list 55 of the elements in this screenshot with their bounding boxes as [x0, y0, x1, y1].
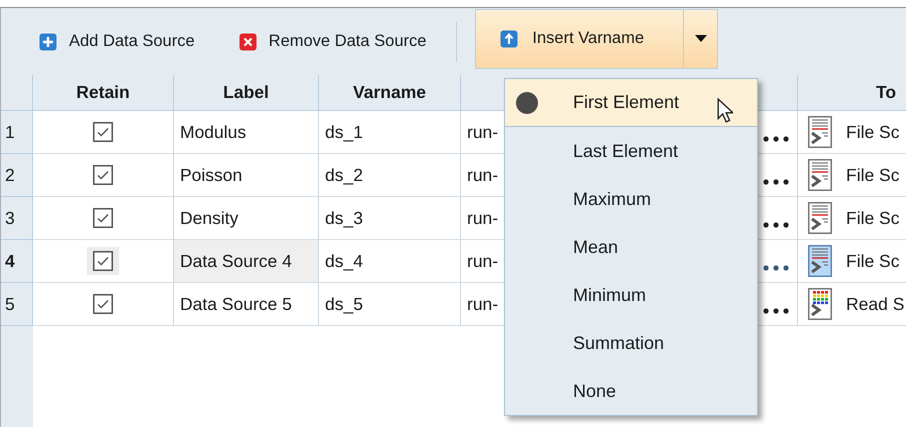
plus-icon	[39, 32, 57, 50]
table-cell: ds_1	[319, 111, 461, 154]
toolbar-button[interactable]: Add Data Source	[31, 26, 203, 57]
table-cell: run-	[467, 164, 498, 186]
menu-item[interactable]: First Element	[505, 79, 757, 127]
table-cell: Poisson	[174, 154, 319, 197]
table-cell: run-	[467, 250, 498, 272]
table-cell: ds_2	[319, 154, 461, 197]
more-icon[interactable]	[763, 222, 789, 228]
more-icon[interactable]	[763, 179, 789, 185]
table-cell: run-	[467, 122, 498, 142]
table-cell: Modulus	[174, 111, 319, 154]
column-header[interactable]: Retain	[33, 75, 174, 111]
table-cell: ds_5	[319, 283, 461, 326]
mouse-pointer-icon	[717, 98, 733, 123]
close-icon	[238, 32, 257, 50]
table-cell: ds_4	[319, 240, 461, 283]
checkbox[interactable]	[93, 122, 113, 142]
table-cell: File Sc	[846, 250, 900, 272]
more-icon[interactable]	[763, 136, 789, 142]
more-icon[interactable]	[763, 265, 789, 271]
menu-item[interactable]: Last Element	[505, 127, 757, 175]
column-header[interactable]: To	[798, 75, 906, 111]
table-cell: Data Source 4	[174, 240, 319, 283]
table-cell: ds_3	[319, 197, 461, 240]
dropdown-button[interactable]	[683, 8, 718, 68]
row-number[interactable]: 5	[1, 283, 33, 326]
more-icon[interactable]	[763, 308, 789, 314]
table-cell: run-	[467, 208, 498, 228]
row-number[interactable]: 2	[1, 154, 33, 197]
radio-dot-icon	[516, 92, 538, 114]
insert-varname-button[interactable]: Insert Varname	[475, 8, 684, 68]
menu-item[interactable]: Summation	[505, 319, 757, 367]
checkbox[interactable]	[93, 294, 113, 314]
table-cell: File Sc	[846, 164, 900, 186]
menu-item[interactable]: Minimum	[505, 271, 757, 319]
row-number[interactable]: 3	[1, 197, 33, 240]
menu-item[interactable]: Maximum	[505, 175, 757, 223]
caret-icon	[694, 35, 707, 42]
column-header[interactable]: Label	[174, 75, 319, 111]
table-cell: run-	[467, 294, 498, 314]
toolbar-button[interactable]: Remove Data Source	[230, 26, 434, 57]
table-cell: Density	[174, 197, 319, 240]
table-cell: File Sc	[846, 208, 900, 228]
checkbox[interactable]	[93, 208, 113, 228]
table-cell: Read S	[846, 294, 904, 314]
row-number[interactable]: 4	[1, 240, 33, 283]
row-number[interactable]: 1	[1, 111, 33, 154]
menu-item[interactable]: Mean	[505, 223, 757, 271]
menu-item[interactable]: None	[505, 367, 757, 415]
column-header[interactable]: Varname	[319, 75, 461, 111]
table-cell: File Sc	[846, 122, 900, 142]
checkbox[interactable]	[93, 165, 113, 185]
table-cell: Data Source 5	[174, 283, 319, 326]
checkbox[interactable]	[93, 251, 113, 271]
